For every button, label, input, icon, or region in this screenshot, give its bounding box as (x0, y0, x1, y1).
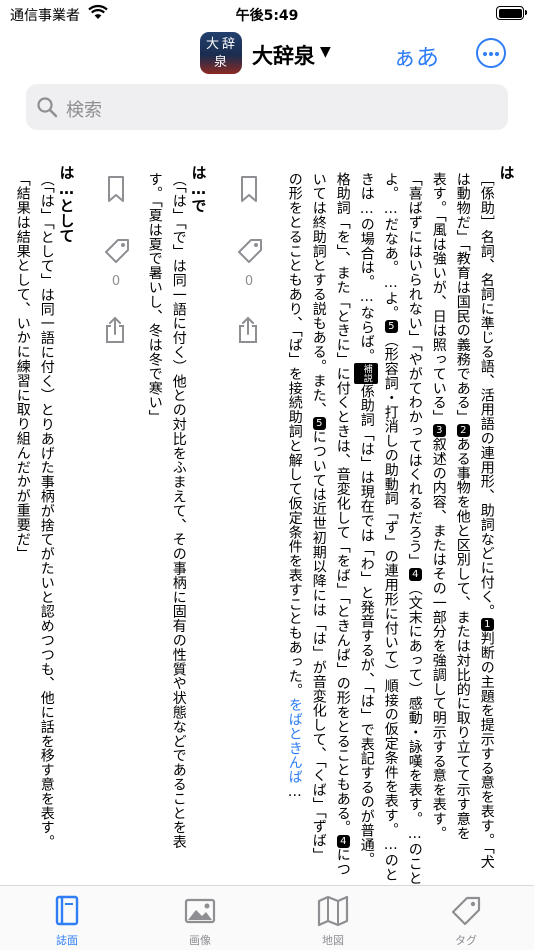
definition-line: きは…の場合は。…ならば。補説係助詞「は」は現在では「わ」と発音するが、「は」で… (354, 172, 378, 867)
dictionary-app-icon[interactable]: 大 辞 泉 (200, 32, 242, 74)
tab-bar: 誌面 画像 地図 タグ (0, 885, 534, 950)
tab-page[interactable]: 誌面 (32, 894, 102, 948)
definition-line: ［係助］名詞、名詞に準じる語、活用語の連用形、助詞などに付く。1判断の主題を提示… (478, 172, 495, 870)
photo-icon (184, 898, 216, 924)
cross-ref-link[interactable]: をば (287, 698, 303, 727)
definition-line: 表す。「風は強いが、日は照っている」3叙述の内容、またはその一部分を強調して明示… (430, 172, 447, 841)
definition-line: 「喜ばずにはいられない」「やがてわかってはくれるだろう」4（文末にあって）感動・… (406, 172, 423, 886)
tab-images[interactable]: 画像 (165, 894, 235, 948)
cross-ref-link[interactable]: ときんば (287, 727, 303, 785)
definition-line: は動物だ」「教育は国民の義務である」2ある事物を他と区別して、または対比的に取り… (454, 172, 471, 841)
book-icon (55, 895, 79, 926)
chevron-down-icon[interactable]: ▼ (320, 44, 331, 60)
tab-map[interactable]: 地図 (298, 894, 368, 948)
definition-line: す。「夏は夏で暑いし、冬は冬で寒い」 (146, 172, 163, 425)
search-bar[interactable]: 検索 (26, 84, 508, 130)
tag-count: 0 (244, 274, 254, 289)
definition-line: （「は」「として」は同一語に付く）とりあげた事柄が捨てがたいと認めつつも、他に話… (38, 172, 55, 850)
more-options-icon[interactable] (476, 38, 506, 68)
definition-line: いては終助詞とする説もある。また、5については近世初期以降には「は」が音変化して… (310, 172, 327, 863)
definition-line: よ。…だなあ。…よ。5（形容詞・打消しの助動詞「ず」の連用形に付いて）順接の仮定… (382, 172, 399, 883)
tab-tags[interactable]: タグ (431, 894, 501, 948)
bookmark-icon[interactable] (104, 175, 128, 203)
status-bar: 通信事業者 午後5:49 (0, 0, 534, 28)
tag-icon[interactable] (102, 236, 132, 266)
share-icon[interactable] (236, 316, 260, 344)
search-input[interactable]: 検索 (66, 96, 102, 122)
entry-headword: は…で (189, 165, 208, 213)
definition-line: 格助詞「を」、また「ときに」に付くときは、音変化して「をば」「ときんば」の形をと… (334, 172, 351, 877)
search-icon (37, 97, 58, 118)
map-icon (317, 895, 349, 927)
font-size-button[interactable]: ぁあ (393, 38, 439, 72)
entry-headword: は…として (57, 165, 76, 243)
definition-line: （「は」「で」は同一語に付く）他との対比をふまえて、その事柄に固有の性質や状態な… (170, 172, 187, 850)
battery-icon (496, 6, 527, 20)
nav-bar: 大 辞 泉 大辞泉 ▼ ぁあ (0, 28, 534, 82)
bookmark-icon[interactable] (237, 175, 261, 203)
tag-count: 0 (111, 274, 121, 289)
tag-icon[interactable] (235, 236, 265, 266)
entry-headword: は (497, 165, 516, 180)
tag-icon (451, 896, 481, 926)
definition-line: の形をとることもあり、「ば」を接続助詞と解して仮定条件を表すこともあった。をばと… (286, 172, 303, 801)
dictionary-title[interactable]: 大辞泉 (252, 40, 315, 70)
share-icon[interactable] (103, 316, 127, 344)
status-time: 午後5:49 (235, 8, 299, 24)
definition-line: 「結果は結果として、いかに練習に取り組んだかが重要だ」 (14, 172, 31, 561)
